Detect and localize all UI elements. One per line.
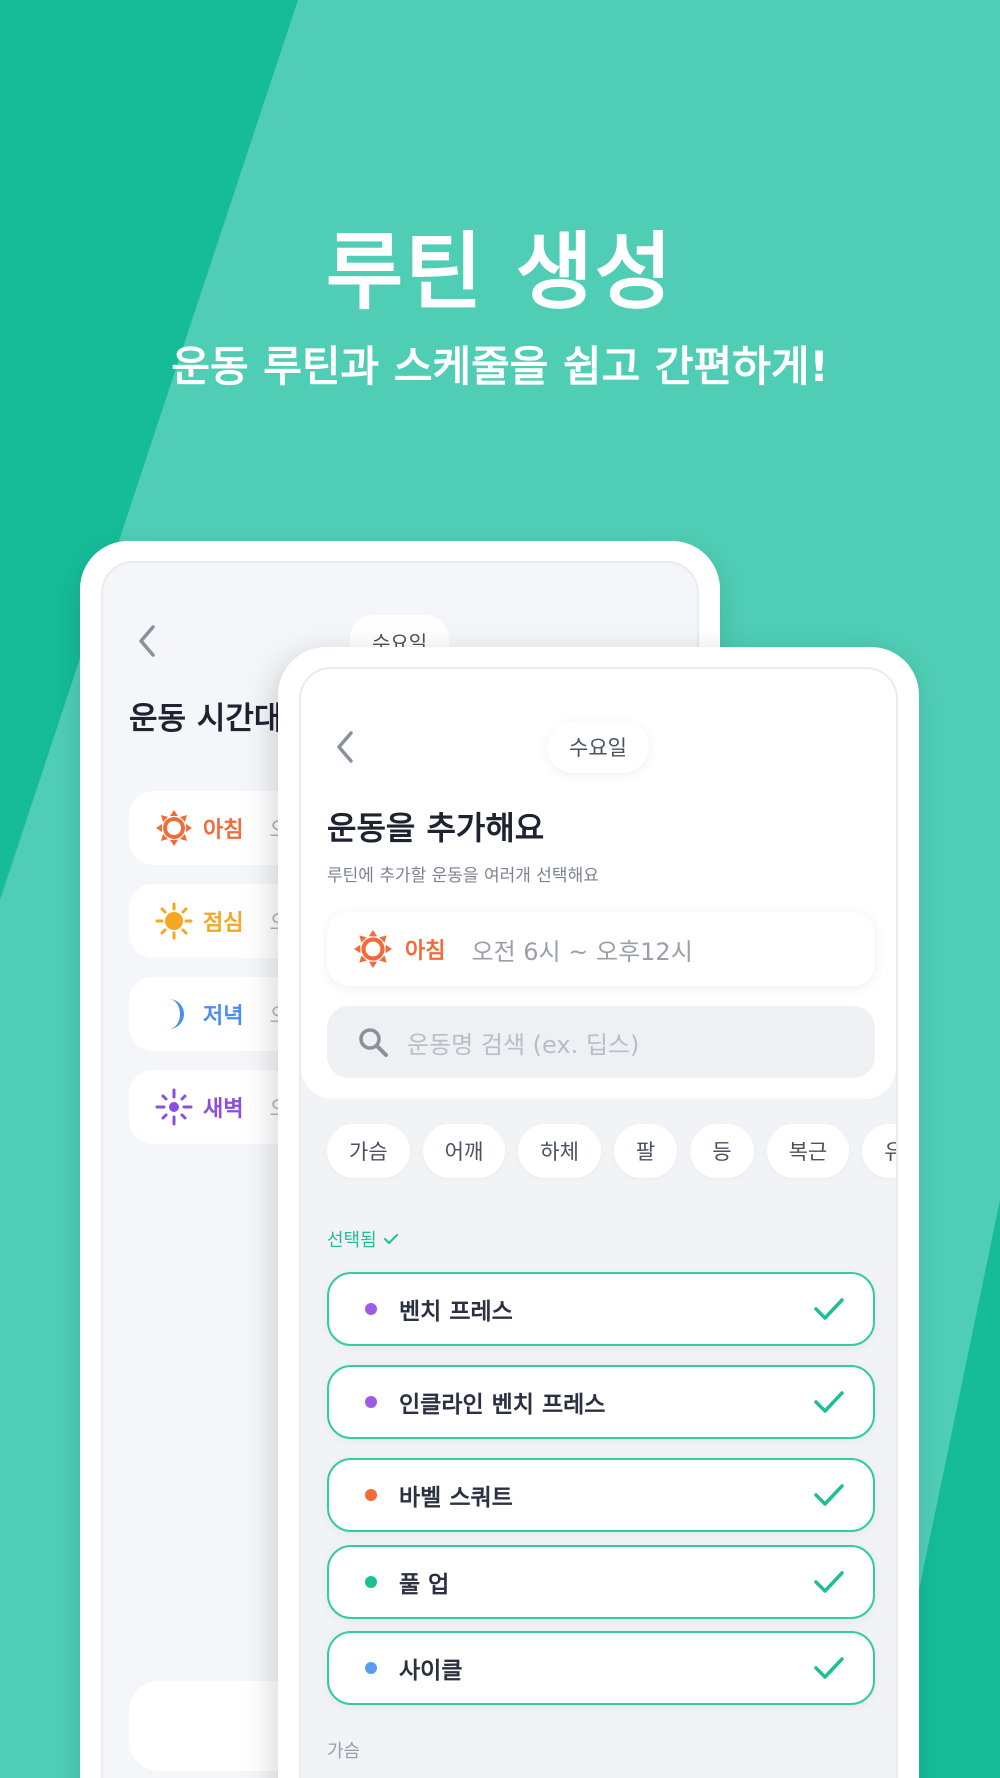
page-description: 루틴에 추가할 운동을 여러개 선택해요 [327, 866, 599, 886]
category-dot [365, 1576, 377, 1588]
moon-icon [155, 995, 193, 1033]
front-phone-mockup: 수요일 운동을 추가해요 루틴에 추가할 운동을 여러개 선택해요 아침 오전 … [278, 647, 919, 1778]
category-dot [365, 1396, 377, 1408]
chip-shoulder[interactable]: 어깨 [422, 1124, 506, 1178]
exercise-name: 풀 업 [399, 1572, 450, 1598]
hero-title: 루틴 생성 [325, 223, 675, 321]
exercise-name: 바벨 스쿼트 [399, 1485, 513, 1511]
category-dot [365, 1303, 377, 1315]
check-small-icon [383, 1234, 398, 1244]
slot-time: 오전 6시 ~ 오후12시 [471, 937, 693, 966]
selected-exercise-item[interactable]: 풀 업 [327, 1545, 875, 1619]
dawn-icon [155, 1088, 193, 1126]
back-arrow-icon[interactable] [331, 727, 361, 767]
check-icon [814, 1657, 844, 1679]
check-icon [814, 1484, 844, 1506]
category-dot [365, 1489, 377, 1501]
selected-header: 선택됨 [327, 1226, 399, 1252]
page-title: 운동 시간대 [129, 701, 283, 737]
slot-label: 점심 [203, 911, 244, 936]
selected-exercise-item[interactable]: 인클라인 벤치 프레스 [327, 1365, 875, 1439]
exercise-name: 인클라인 벤치 프레스 [399, 1392, 606, 1418]
sun-icon [353, 929, 393, 969]
front-phone-screen: 수요일 운동을 추가해요 루틴에 추가할 운동을 여러개 선택해요 아침 오전 … [299, 667, 898, 1778]
chip-abs[interactable]: 복근 [766, 1124, 850, 1178]
category-dot [365, 1662, 377, 1674]
chip-legs[interactable]: 하체 [518, 1124, 601, 1178]
category-chips: 가슴 어깨 하체 팔 등 복근 유산소 [327, 1124, 896, 1178]
chip-chest[interactable]: 가슴 [327, 1124, 410, 1178]
chip-back[interactable]: 등 [690, 1124, 754, 1178]
time-slot-selector[interactable]: 아침 오전 6시 ~ 오후12시 [327, 912, 875, 986]
check-icon [814, 1571, 844, 1593]
selected-exercise-item[interactable]: 바벨 스쿼트 [327, 1458, 875, 1532]
search-icon [359, 1028, 388, 1057]
chip-cardio[interactable]: 유산소 [862, 1124, 896, 1178]
exercise-name: 벤치 프레스 [399, 1299, 513, 1325]
slot-label: 저녁 [203, 1004, 244, 1029]
page-title: 운동을 추가해요 [327, 809, 545, 847]
selected-label: 선택됨 [327, 1230, 377, 1251]
selected-exercise-item[interactable]: 사이클 [327, 1631, 875, 1705]
day-pill[interactable]: 수요일 [547, 721, 649, 773]
selected-exercise-item[interactable]: 벤치 프레스 [327, 1272, 875, 1346]
slot-label: 아침 [405, 939, 446, 964]
section-label: 가슴 [327, 1741, 361, 1762]
search-input[interactable]: 운동명 검색 (ex. 딥스) [327, 1006, 875, 1078]
slot-label: 새벽 [203, 1097, 244, 1122]
slot-label: 아침 [203, 818, 244, 843]
hero-subtitle: 운동 루틴과 스케줄을 쉽고 간편하게! [171, 342, 829, 391]
sun-bright-icon [155, 902, 193, 940]
exercise-name: 사이클 [399, 1658, 463, 1684]
chip-arms[interactable]: 팔 [613, 1124, 678, 1178]
check-icon [814, 1298, 844, 1320]
search-placeholder: 운동명 검색 (ex. 딥스) [407, 1030, 640, 1059]
check-icon [814, 1391, 844, 1413]
sun-icon [155, 809, 193, 847]
back-arrow-icon[interactable] [133, 621, 163, 661]
